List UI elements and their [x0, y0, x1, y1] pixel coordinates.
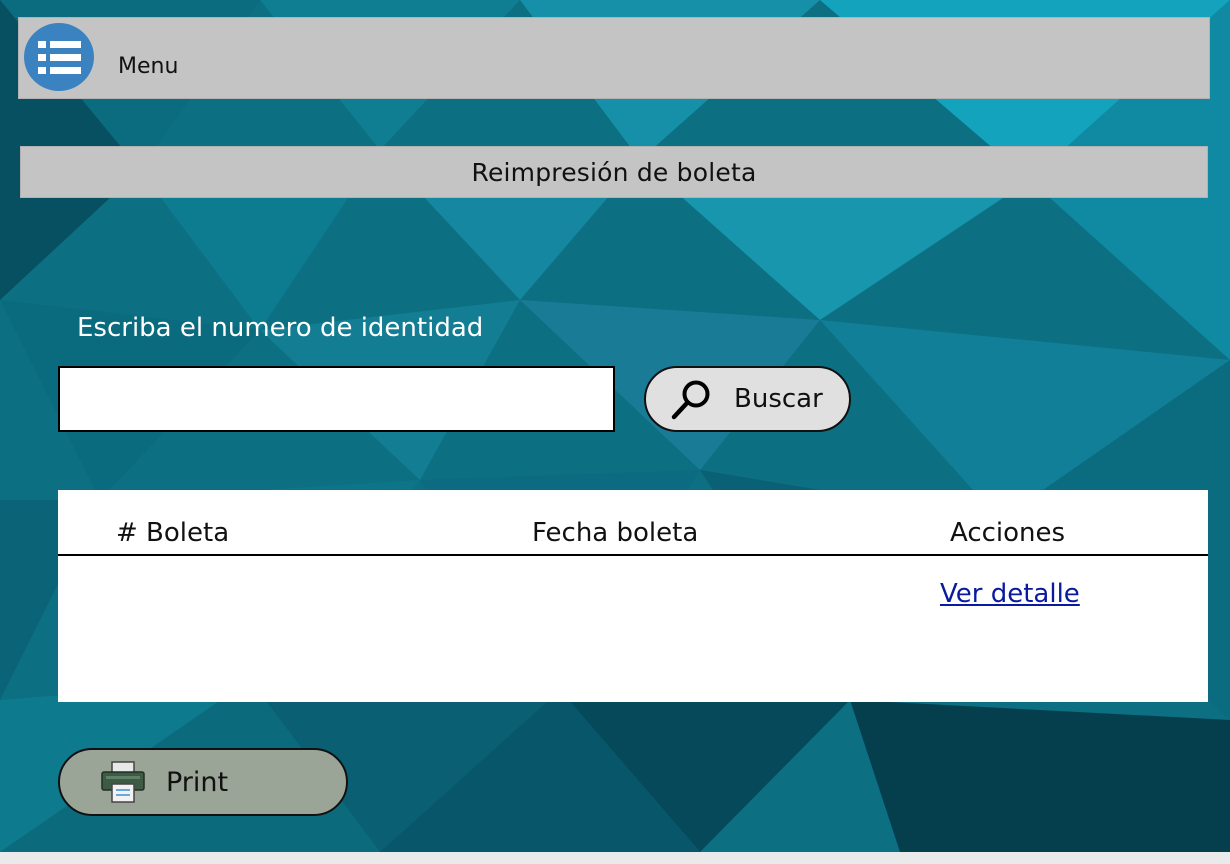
identity-number-input[interactable]	[58, 366, 615, 432]
menu-bar	[18, 17, 1210, 99]
column-header-acciones: Acciones	[950, 518, 1066, 548]
print-button-label: Print	[166, 766, 229, 798]
print-button[interactable]: Print	[58, 748, 348, 816]
printer-icon	[101, 761, 145, 803]
search-button-label: Buscar	[734, 384, 823, 414]
page-title: Reimpresión de boleta	[471, 157, 757, 187]
menu-label[interactable]: Menu	[118, 54, 178, 79]
search-label: Escriba el numero de identidad	[77, 313, 484, 343]
search-icon	[671, 380, 710, 420]
ver-detalle-link[interactable]: Ver detalle	[940, 579, 1080, 609]
results-table: # Boleta Fecha boleta Acciones Ver detal…	[58, 490, 1208, 702]
search-button[interactable]: Buscar	[644, 366, 851, 432]
list-menu-icon[interactable]	[24, 23, 94, 91]
page-title-bar: Reimpresión de boleta	[20, 146, 1208, 198]
column-header-fecha: Fecha boleta	[532, 518, 699, 548]
app-background: Menu Reimpresión de boleta Escriba el nu…	[0, 0, 1230, 852]
table-header: # Boleta Fecha boleta Acciones	[58, 490, 1208, 556]
column-header-boleta: # Boleta	[116, 518, 230, 548]
